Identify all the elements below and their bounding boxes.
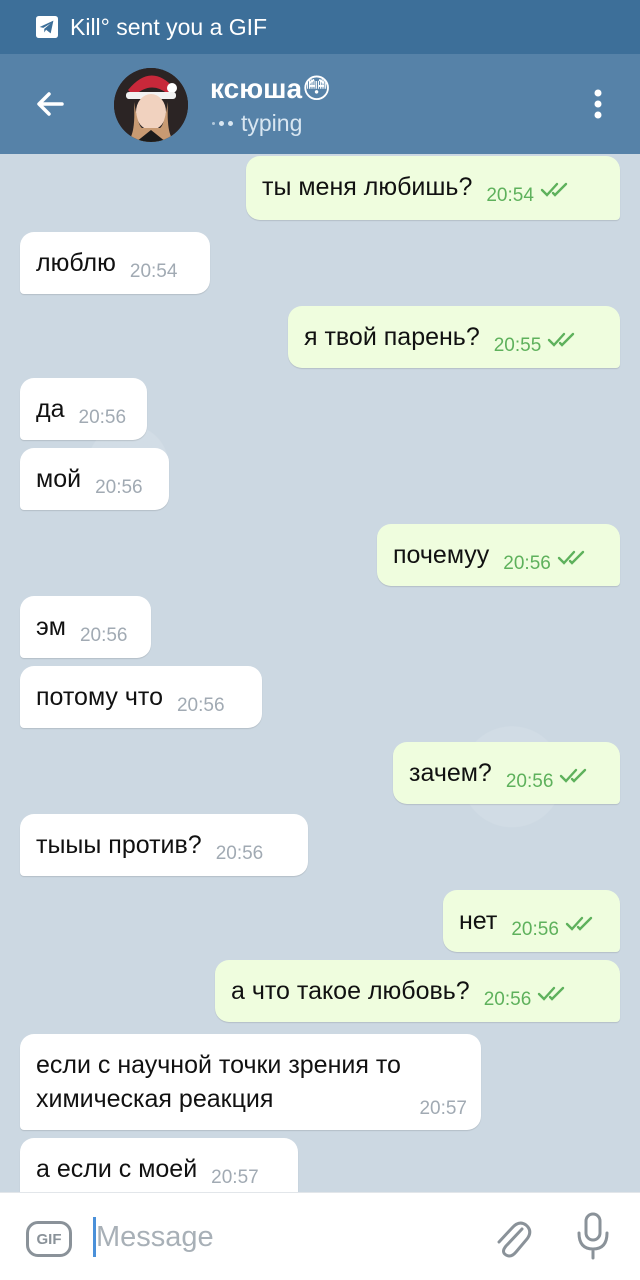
avatar-image <box>114 68 188 142</box>
message-bubble-outgoing[interactable]: зачем? 20:56 <box>393 742 620 804</box>
more-menu-icon[interactable] <box>586 84 610 124</box>
message-time: 20:56 <box>511 919 559 940</box>
message-time: 20:56 <box>176 695 225 716</box>
message-text: ты меня любишь? <box>262 173 473 201</box>
message-bubble-incoming[interactable]: тыыы против? 20:56 <box>20 814 308 876</box>
message-time: 20:56 <box>503 553 551 574</box>
message-time: 20:54 <box>129 261 178 282</box>
message-time: 20:57 <box>211 1167 259 1188</box>
message-time: 20:54 <box>486 185 534 206</box>
message-time: 20:56 <box>215 843 264 864</box>
typing-status: typing <box>212 110 302 137</box>
message-text: да <box>36 395 65 423</box>
message-text: я твой парень? <box>304 323 480 351</box>
message-text: мой <box>36 465 82 493</box>
contact-name[interactable]: ксюша😳 <box>210 72 331 105</box>
message-time: 20:56 <box>95 477 143 498</box>
message-bubble-incoming[interactable]: а если с моей 20:57 <box>20 1138 298 1192</box>
message-input[interactable] <box>96 1217 456 1257</box>
read-check-icon <box>538 986 565 1001</box>
microphone-icon[interactable] <box>574 1211 612 1261</box>
message-time: 20:56 <box>79 625 128 646</box>
message-time: 20:55 <box>493 335 542 356</box>
message-text: люблю <box>36 249 116 277</box>
message-bubble-outgoing[interactable]: а что такое любовь? 20:56 <box>215 960 620 1022</box>
read-check-icon <box>565 916 593 931</box>
message-bubble-incoming[interactable]: потому что 20:56 <box>20 666 262 728</box>
gif-button[interactable]: GIF <box>26 1221 72 1257</box>
message-bubble-outgoing[interactable]: нет 20:56 <box>443 890 620 952</box>
message-time: 20:56 <box>483 989 532 1010</box>
message-bubble-incoming[interactable]: люблю 20:54 <box>20 232 210 294</box>
typing-label: typing <box>241 110 303 136</box>
message-text: зачем? <box>409 759 492 787</box>
message-list[interactable]: ты меня любишь? 20:54 люблю 20:54 я твой п… <box>0 154 640 1192</box>
read-check-icon <box>540 182 568 197</box>
message-time: 20:56 <box>78 407 127 428</box>
typing-dots-icon <box>212 121 233 126</box>
notification-text: Kill° sent you a GIF <box>70 13 268 40</box>
message-bubble-outgoing[interactable]: я твой парень? 20:55 <box>288 306 620 368</box>
read-check-icon <box>560 768 587 783</box>
message-bubble-incoming[interactable]: да 20:56 <box>20 378 147 440</box>
message-text: эм <box>36 613 66 641</box>
message-text: а что такое любовь? <box>231 977 470 1005</box>
message-bubble-incoming[interactable]: эм 20:56 <box>20 596 151 658</box>
chat-header: ксюша😳 typing <box>0 54 640 154</box>
telegram-icon <box>36 16 58 38</box>
message-bubble-incoming[interactable]: мой 20:56 <box>20 448 169 510</box>
message-time: 20:56 <box>505 771 554 792</box>
message-text: а если с моей <box>36 1155 198 1183</box>
message-composer: GIF <box>0 1192 640 1280</box>
message-text: если с научной точки зрения то химическа… <box>36 1051 401 1113</box>
status-bar: Kill° sent you a GIF <box>0 0 640 54</box>
message-time: 20:57 <box>419 1098 467 1119</box>
message-text: тыыы против? <box>36 831 202 859</box>
message-bubble-incoming[interactable]: если с научной точки зрения то химическа… <box>20 1034 481 1130</box>
avatar[interactable] <box>114 68 188 142</box>
message-text: почемуу <box>393 541 490 569</box>
message-text: потому что <box>36 683 163 711</box>
back-arrow-icon[interactable] <box>30 84 70 124</box>
read-check-icon <box>548 332 575 347</box>
paperclip-icon[interactable] <box>492 1215 532 1259</box>
read-check-icon <box>557 550 585 565</box>
message-bubble-outgoing[interactable]: почемуу 20:56 <box>377 524 620 586</box>
message-text: нет <box>459 907 498 935</box>
message-bubble-outgoing[interactable]: ты меня любишь? 20:54 <box>246 156 620 220</box>
